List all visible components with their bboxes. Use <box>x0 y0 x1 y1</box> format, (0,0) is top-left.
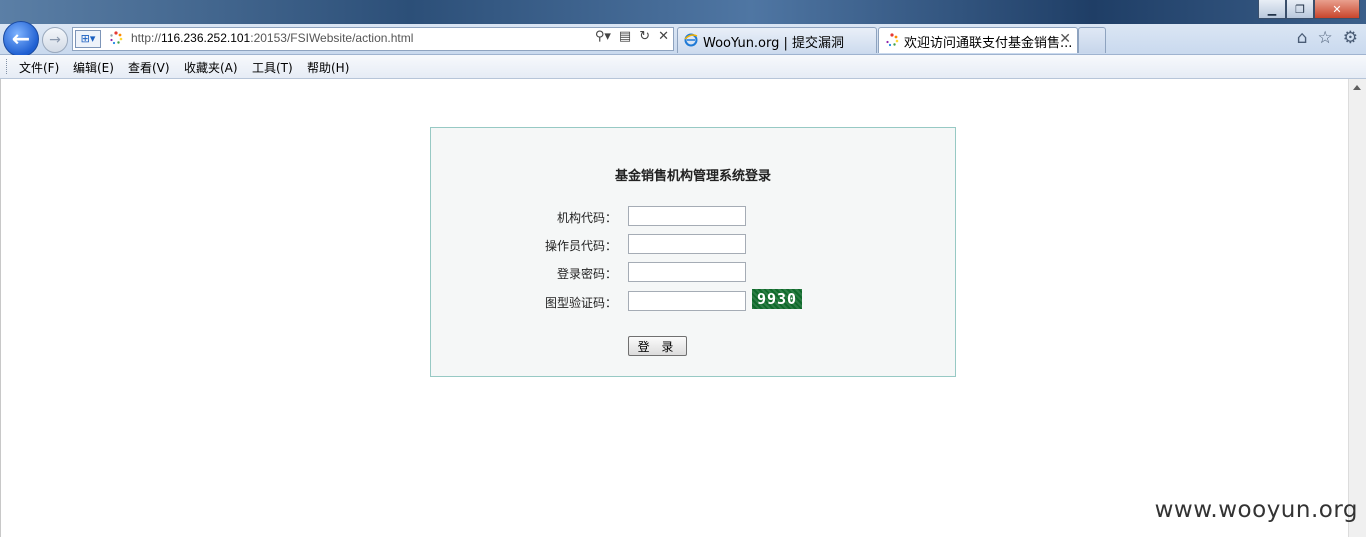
refresh-icon[interactable]: ↻ <box>639 29 650 44</box>
restore-button[interactable]: ❐ <box>1286 0 1314 19</box>
url-prefix: http:// <box>131 31 162 45</box>
tab-wooyun[interactable]: WooYun.org | 提交漏洞 <box>677 27 877 53</box>
menu-bar: 文件(F) 编辑(E) 查看(V) 收藏夹(A) 工具(T) 帮助(H) <box>0 55 1366 79</box>
tab-label: 欢迎访问通联支付基金销售... <box>904 36 1073 51</box>
captcha-image[interactable]: 9930 <box>752 289 802 309</box>
window-controls: ▁ ❐ ✕ <box>1258 0 1360 19</box>
stop-icon[interactable]: ✕ <box>658 29 669 44</box>
login-button[interactable]: 登 录 <box>628 336 687 356</box>
minimize-button[interactable]: ▁ <box>1258 0 1286 19</box>
password-label: 登录密码： <box>556 267 617 281</box>
url-host: 116.236.252.101 <box>161 31 251 45</box>
scroll-up-arrow-icon[interactable] <box>1353 85 1361 90</box>
password-input[interactable] <box>628 262 746 282</box>
menu-tools[interactable]: 工具(T) <box>252 59 293 76</box>
captcha-input[interactable] <box>628 291 746 311</box>
forward-arrow-icon: → <box>49 32 61 48</box>
menu-edit[interactable]: 编辑(E) <box>73 59 114 76</box>
loading-icon <box>110 31 123 45</box>
gear-icon[interactable]: ⚙ <box>1343 28 1358 48</box>
login-title: 基金销售机构管理系统登录 <box>614 169 771 184</box>
captcha-label: 图型验证码： <box>544 296 617 310</box>
org-code-input[interactable] <box>628 206 746 226</box>
compat-view-icon[interactable]: ⊞▾ <box>75 30 101 48</box>
new-tab-button[interactable] <box>1078 27 1106 53</box>
menu-file[interactable]: 文件(F) <box>19 59 59 76</box>
search-icon[interactable]: ⚲▾ <box>595 29 611 44</box>
menu-favorites[interactable]: 收藏夹(A) <box>184 59 238 76</box>
menu-help[interactable]: 帮助(H) <box>307 59 349 76</box>
menubar-grip <box>6 59 9 74</box>
window-titlebar: ▁ ❐ ✕ <box>0 0 1366 24</box>
address-bar[interactable]: ⊞▾ http://116.236.252.101:20153/FSIWebsi… <box>72 27 674 51</box>
forward-button[interactable]: → <box>42 27 68 53</box>
watermark: www.wooyun.org <box>1154 497 1358 523</box>
ie-icon <box>684 33 698 47</box>
home-icon[interactable]: ⌂ <box>1297 28 1308 48</box>
loading-icon <box>886 33 899 47</box>
back-arrow-icon: ← <box>11 26 31 52</box>
compat-icon[interactable]: ▤ <box>619 29 631 44</box>
back-button[interactable]: ← <box>3 21 39 57</box>
operator-code-input[interactable] <box>628 234 746 254</box>
url-text: http://116.236.252.101:20153/FSIWebsite/… <box>131 31 413 45</box>
url-path: :20153/FSIWebsite/action.html <box>250 31 414 45</box>
browser-right-icons: ⌂ ☆ ⚙ <box>1297 28 1358 48</box>
tab-label: WooYun.org | 提交漏洞 <box>703 36 845 51</box>
close-window-button[interactable]: ✕ <box>1314 0 1360 19</box>
tab-active-fund[interactable]: 欢迎访问通联支付基金销售... ✕ <box>878 27 1078 53</box>
menu-view[interactable]: 查看(V) <box>128 59 170 76</box>
org-code-label: 机构代码： <box>556 211 617 225</box>
favorites-star-icon[interactable]: ☆ <box>1318 28 1333 48</box>
operator-code-label: 操作员代码： <box>544 239 617 253</box>
address-tools: ⚲▾ ▤ ↻ ✕ <box>595 29 669 44</box>
vertical-scrollbar[interactable] <box>1348 79 1366 537</box>
login-panel: 基金销售机构管理系统登录 机构代码： 操作员代码： 登录密码： 图型验证码： 9… <box>430 127 956 377</box>
close-tab-icon[interactable]: ✕ <box>1059 31 1071 47</box>
